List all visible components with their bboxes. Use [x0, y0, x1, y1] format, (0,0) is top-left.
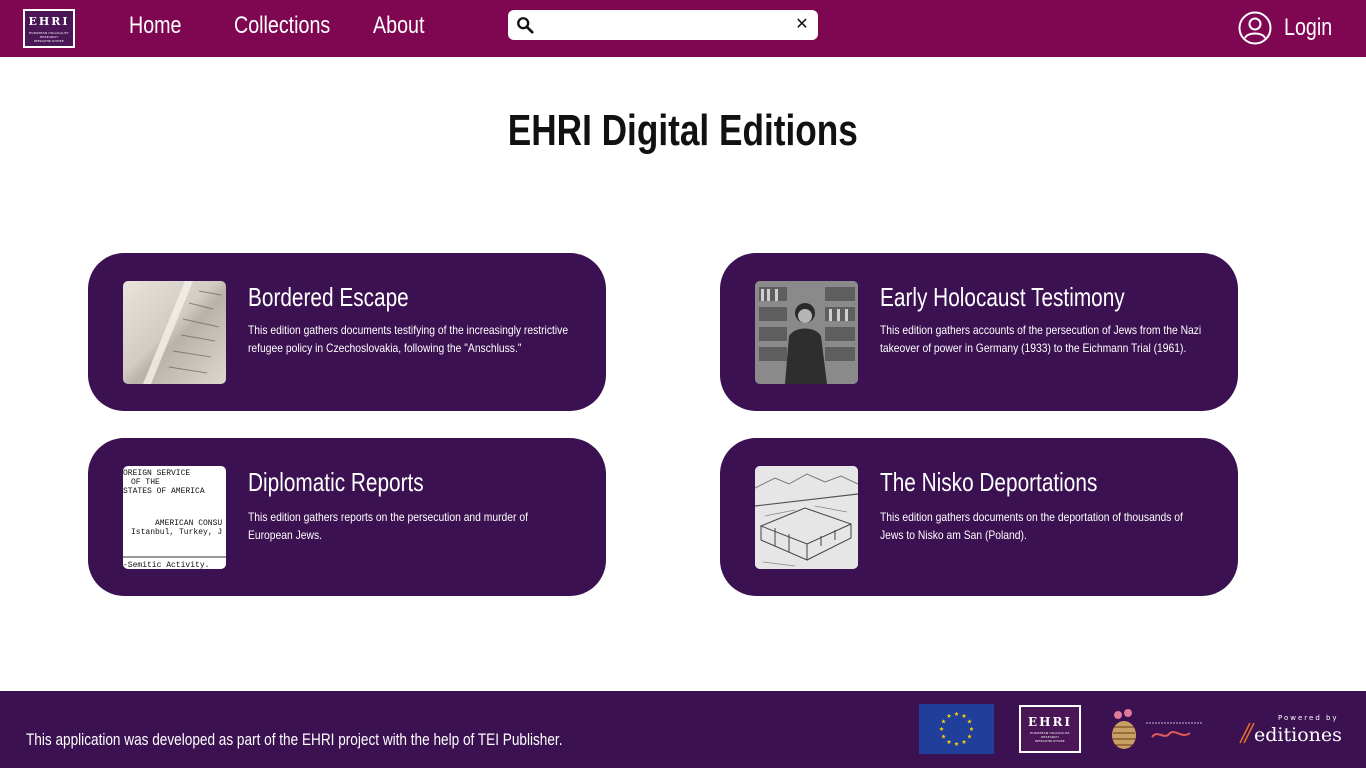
eu-flag-logo[interactable]: [919, 704, 994, 754]
clear-search-icon[interactable]: ✕: [792, 15, 812, 35]
edition-card-diplomatic-reports[interactable]: OREIGN SERVICE OF THE STATES OF AMERICA …: [88, 438, 606, 596]
ehri-footer-logo[interactable]: EHRI EUROPEAN HOLOCAUST RESEARCH INFRAST…: [1019, 705, 1081, 753]
edition-card-early-holocaust-testimony[interactable]: Early Holocaust Testimony This edition g…: [720, 253, 1238, 411]
editiones-logo[interactable]: Powered by editiones: [1236, 711, 1342, 751]
ehri-logo-mark: EHRI: [28, 14, 70, 28]
edition-description: This edition gathers documents testifyin…: [248, 323, 569, 355]
archive-photo-image: [755, 281, 858, 384]
search-icon[interactable]: [516, 16, 534, 34]
doc-line: OF THE: [131, 478, 160, 487]
footer: This application was developed as part o…: [0, 691, 1366, 768]
nav-home-link[interactable]: Home: [129, 12, 182, 40]
editiones-wordmark: editiones: [1254, 724, 1342, 746]
edition-thumbnail: OREIGN SERVICE OF THE STATES OF AMERICA …: [123, 466, 226, 569]
edition-title: Early Holocaust Testimony: [880, 282, 1125, 312]
user-account-icon: [1238, 11, 1272, 45]
edition-description: This edition gathers accounts of the per…: [880, 323, 1202, 355]
powered-by-label: Powered by: [1278, 714, 1339, 722]
document-scan-image: [143, 281, 222, 384]
edition-title: Diplomatic Reports: [248, 467, 424, 497]
ehri-logo-mark: EHRI: [1027, 715, 1073, 729]
edition-thumbnail: [755, 281, 858, 384]
editiones-mark-icon: [1239, 722, 1255, 744]
ehri-logo-subtext: EUROPEAN HOLOCAUST RESEARCH INFRASTRUCTU…: [29, 30, 69, 43]
edition-title: The Nisko Deportations: [880, 467, 1098, 497]
footer-credits: This application was developed as part o…: [26, 730, 563, 749]
doc-line: OREIGN SERVICE: [123, 469, 190, 478]
edition-description: This edition gathers documents on the de…: [880, 510, 1183, 542]
nav-collections-link[interactable]: Collections: [234, 12, 330, 40]
login-button[interactable]: Login: [1238, 10, 1343, 46]
top-navbar: EHRI EUROPEAN HOLOCAUST RESEARCH INFRAST…: [0, 0, 1366, 57]
typed-document-image: OREIGN SERVICE OF THE STATES OF AMERICA …: [123, 469, 226, 569]
partner-logo[interactable]: [1106, 705, 1206, 753]
doc-line: -Semitic Activity.: [123, 561, 209, 569]
doc-line: Istanbul, Turkey, J: [131, 528, 222, 537]
doc-line: AMERICAN CONSU: [155, 519, 222, 528]
edition-thumbnail: [755, 466, 858, 569]
page-title-text: EHRI Digital Editions: [507, 106, 859, 155]
search-bar: ✕: [508, 10, 818, 40]
ehri-logo[interactable]: EHRI EUROPEAN HOLOCAUST RESEARCH INFRAST…: [23, 9, 75, 48]
search-input[interactable]: [542, 14, 792, 36]
ehri-logo-subtext: EUROPEAN HOLOCAUST RESEARCH INFRASTRUCTU…: [1030, 731, 1070, 743]
nav-about-link[interactable]: About: [373, 12, 424, 40]
sketch-drawing-image: [755, 466, 858, 569]
edition-title: Bordered Escape: [248, 282, 409, 312]
doc-line: STATES OF AMERICA: [123, 487, 205, 496]
page-title: EHRI Digital Editions: [0, 104, 1366, 158]
login-label: Login: [1284, 14, 1333, 41]
edition-card-bordered-escape[interactable]: Bordered Escape This edition gathers doc…: [88, 253, 606, 411]
edition-thumbnail: [123, 281, 226, 384]
edition-card-nisko-deportations[interactable]: The Nisko Deportations This edition gath…: [720, 438, 1238, 596]
edition-description: This edition gathers reports on the pers…: [248, 510, 528, 542]
